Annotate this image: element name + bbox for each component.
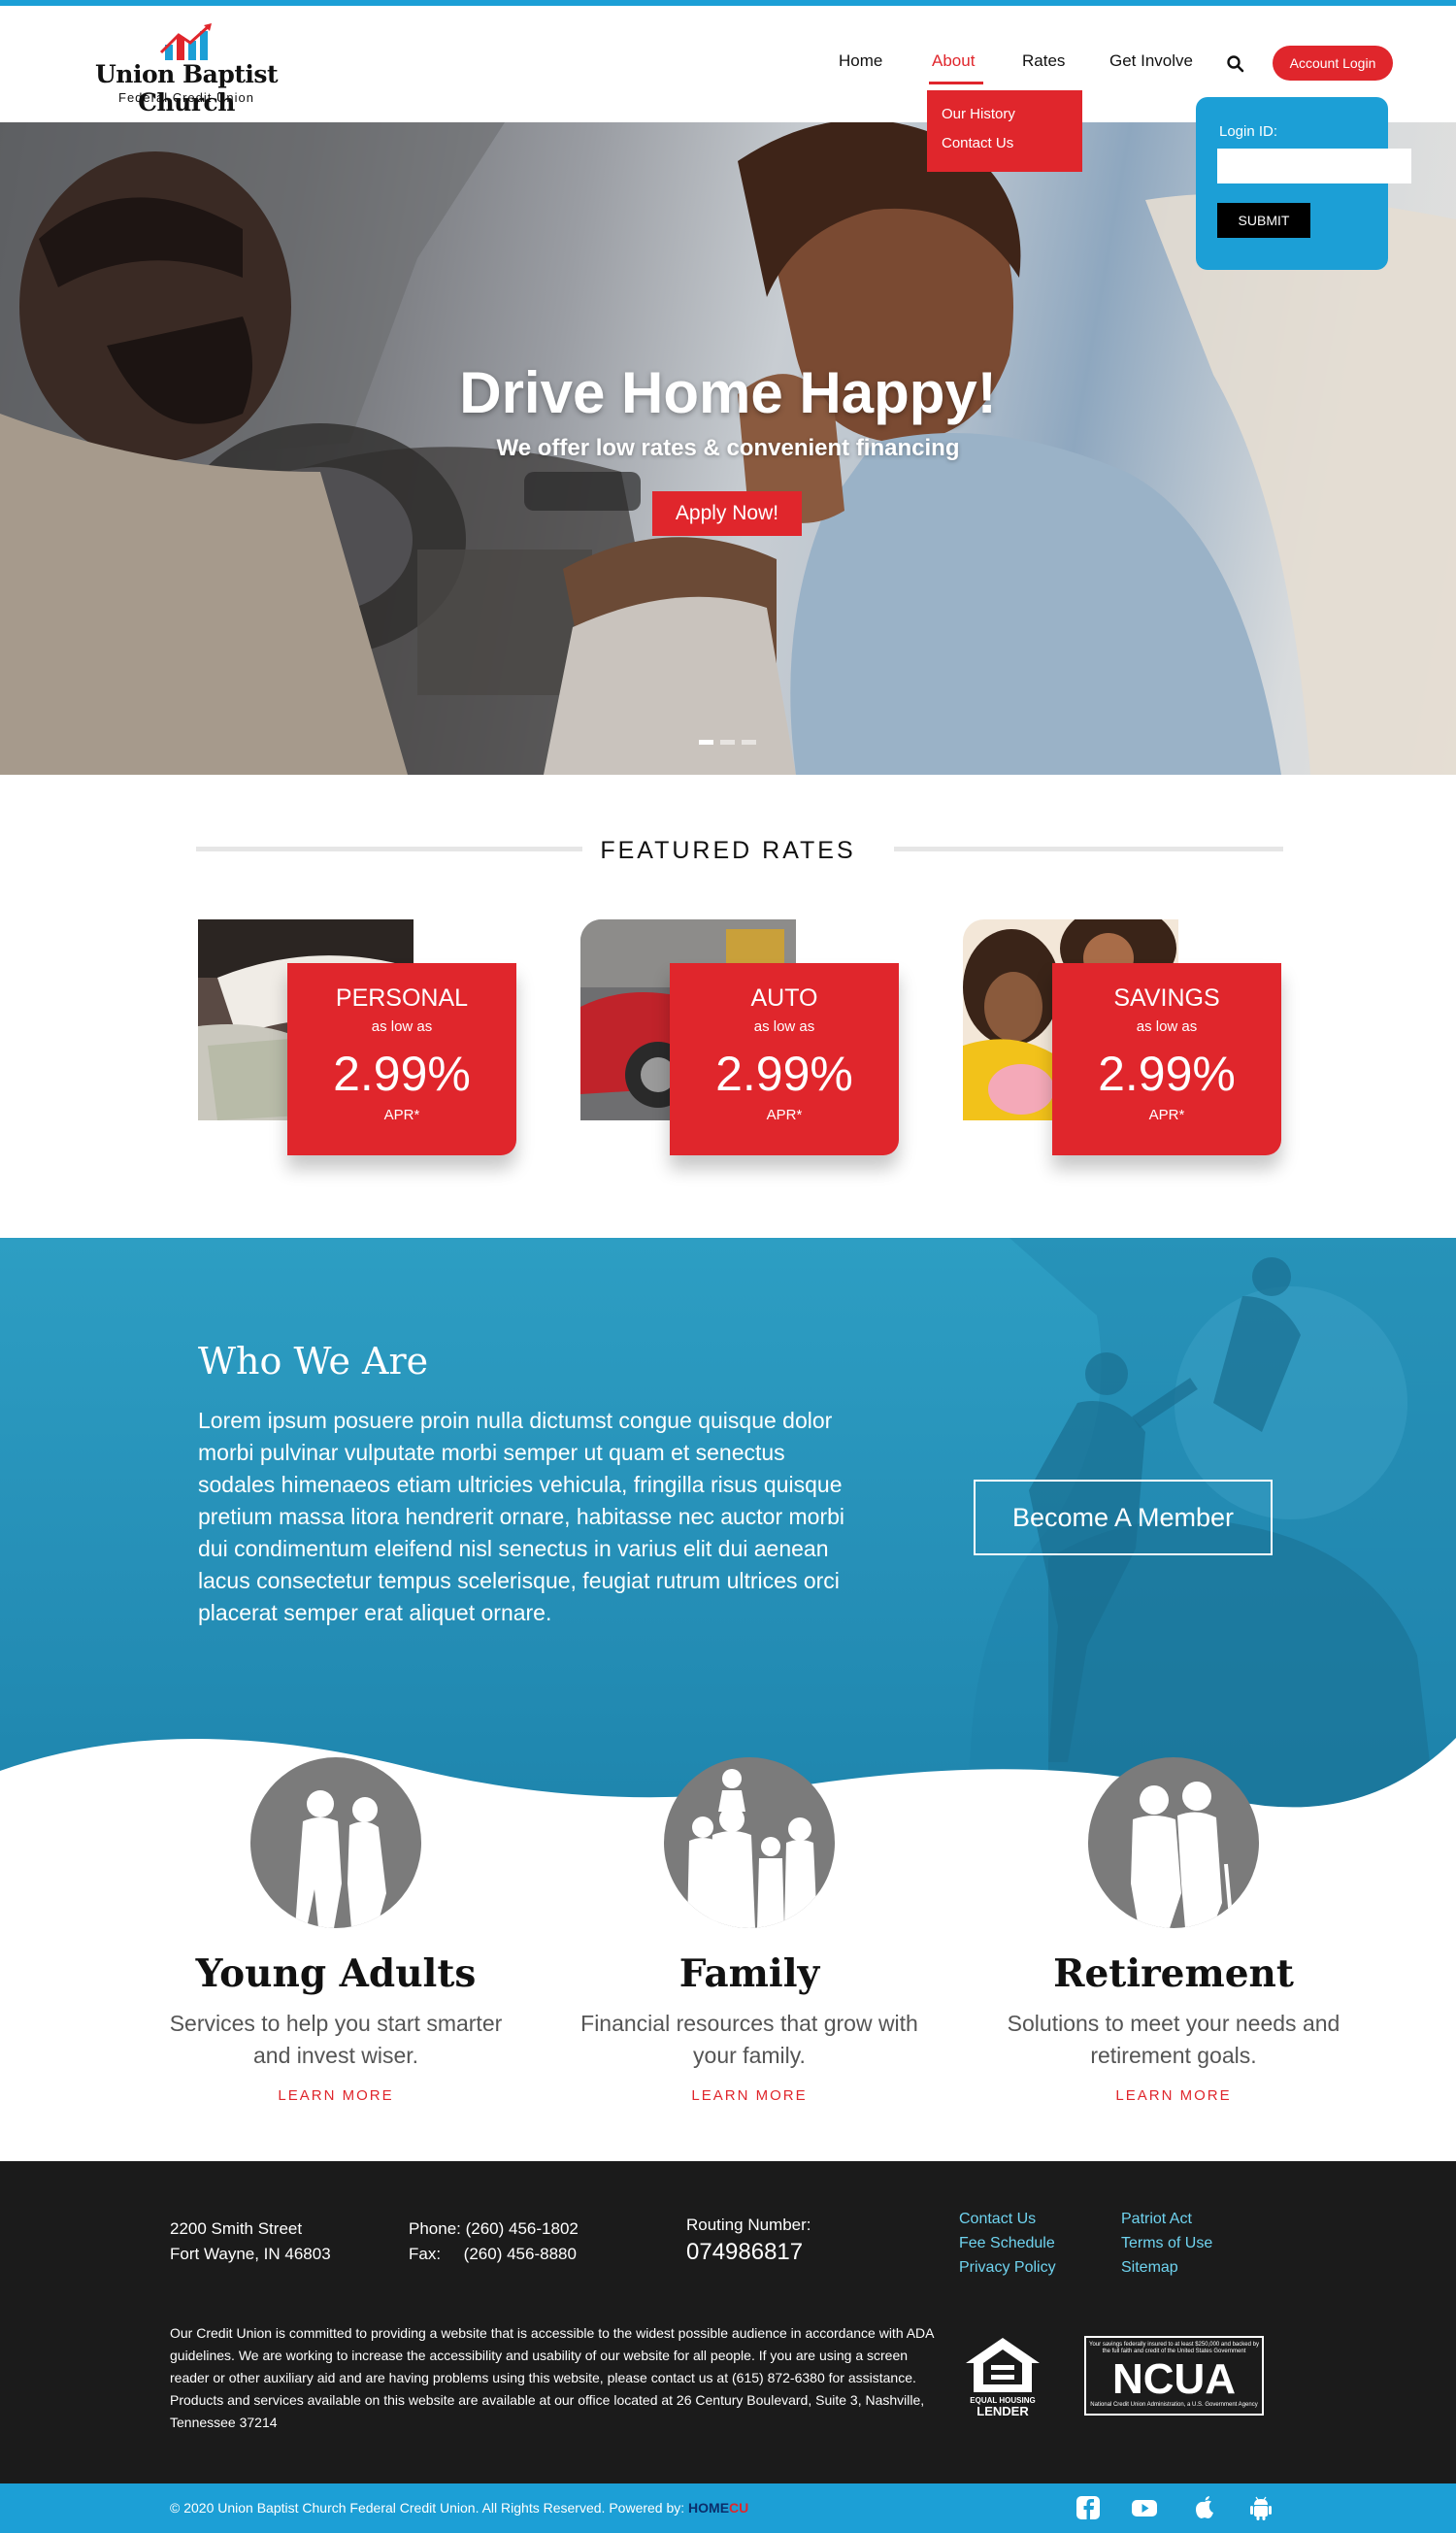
rate-card-savings[interactable]: SAVINGS as low as 2.99% APR* xyxy=(963,919,1283,1162)
nav-home[interactable]: Home xyxy=(839,51,882,71)
family-icon xyxy=(664,1757,835,1928)
who-we-are-text: Lorem ipsum posuere proin nulla dictumst… xyxy=(198,1408,845,1625)
nav-active-underline xyxy=(929,82,983,84)
carousel-dot[interactable] xyxy=(699,740,713,745)
learn-more-link[interactable]: LEARN MORE xyxy=(132,2087,540,2104)
footer-phone: Phone: (260) 456-1802 xyxy=(409,2219,579,2238)
dropdown-item-contact-us[interactable]: Contact Us xyxy=(942,135,1013,151)
service-title: Young Adults xyxy=(195,1951,477,1996)
about-dropdown-menu: Our History Contact Us xyxy=(927,90,1082,172)
footer-link-fee-schedule[interactable]: Fee Schedule xyxy=(959,2235,1055,2252)
rate-card-box: PERSONAL as low as 2.99% APR* xyxy=(287,963,516,1155)
powered-by-brand[interactable]: HOMECU xyxy=(688,2500,748,2516)
footer-link-terms-of-use[interactable]: Terms of Use xyxy=(1121,2235,1212,2252)
footer-link-sitemap[interactable]: Sitemap xyxy=(1121,2259,1178,2277)
account-login-button[interactable]: Account Login xyxy=(1273,46,1393,81)
carousel-dot[interactable] xyxy=(720,740,735,745)
search-icon[interactable] xyxy=(1226,54,1245,74)
rate-name: SAVINGS xyxy=(1113,984,1220,1012)
service-title: Retirement xyxy=(1053,1951,1294,1996)
logo-subtitle: Federal Credit Union xyxy=(118,90,254,105)
logo-bars-icon xyxy=(159,23,212,60)
service-young-adults: Young Adults Services to help you start … xyxy=(132,1757,540,2116)
login-id-label: Login ID: xyxy=(1219,123,1278,140)
login-id-input[interactable] xyxy=(1217,149,1411,183)
hero-subtitle: We offer low rates & convenient financin… xyxy=(496,435,960,461)
rate-value: 2.99% xyxy=(1098,1047,1236,1101)
footer-link-patriot-act[interactable]: Patriot Act xyxy=(1121,2211,1192,2228)
rate-value: 2.99% xyxy=(715,1047,853,1101)
service-description: Financial resources that grow with your … xyxy=(580,2011,918,2068)
rate-value: 2.99% xyxy=(333,1047,471,1101)
ehl-text-line2: LENDER xyxy=(976,2404,1029,2418)
service-description: Services to help you start smarter and i… xyxy=(169,2011,503,2068)
learn-more-link[interactable]: LEARN MORE xyxy=(970,2087,1377,2104)
nav-rates[interactable]: Rates xyxy=(1022,51,1065,71)
powered-by-label: Powered by: xyxy=(609,2500,685,2516)
dropdown-item-our-history[interactable]: Our History xyxy=(942,106,1015,122)
rate-name: PERSONAL xyxy=(335,984,469,1012)
nav-get-involve[interactable]: Get Involve xyxy=(1109,51,1193,71)
learn-more-link[interactable]: LEARN MORE xyxy=(546,2087,953,2104)
footer-link-contact-us[interactable]: Contact Us xyxy=(959,2211,1036,2228)
logo-name: Union Baptist Church xyxy=(94,60,279,117)
rate-card-box: AUTO as low as 2.99% APR* xyxy=(670,963,899,1155)
ncua-agency-text: National Credit Union Administration, a … xyxy=(1090,2402,1258,2408)
rate-card-auto[interactable]: AUTO as low as 2.99% APR* xyxy=(580,919,901,1162)
footer-legal-text: Our Credit Union is committed to providi… xyxy=(170,2325,934,2430)
site-footer: 2200 Smith Street Fort Wayne, IN 46803 P… xyxy=(0,2161,1456,2483)
logo[interactable]: Union Baptist Church Federal Credit Unio… xyxy=(60,23,313,117)
ncua-logo: Your savings federally insured to at lea… xyxy=(1084,2336,1264,2416)
ncua-wordmark: NCUA xyxy=(1111,2355,1237,2403)
retirement-icon xyxy=(1088,1757,1259,1928)
rate-card-box: SAVINGS as low as 2.99% APR* xyxy=(1052,963,1281,1155)
equal-housing-lender-logo: EQUAL HOUSING LENDER xyxy=(964,2336,1042,2419)
nav-about[interactable]: About xyxy=(932,51,975,71)
rate-apr: APR* xyxy=(383,1107,420,1123)
youtube-icon[interactable] xyxy=(1131,2494,1158,2521)
footer-fax: Fax: (260) 456-8880 xyxy=(409,2245,577,2263)
service-family: Family Financial resources that grow wit… xyxy=(546,1757,953,2116)
rate-as-low-as: as low as xyxy=(753,1018,815,1035)
carousel-dot[interactable] xyxy=(742,740,756,745)
rate-name: AUTO xyxy=(750,984,818,1012)
become-member-button[interactable]: Become A Member xyxy=(974,1480,1273,1555)
who-we-are-title: Who We Are xyxy=(198,1340,429,1383)
rate-apr: APR* xyxy=(766,1107,803,1123)
facebook-icon[interactable] xyxy=(1075,2494,1102,2521)
copyright-line: © 2020 Union Baptist Church Federal Cred… xyxy=(170,2500,748,2516)
service-title: Family xyxy=(678,1951,820,1996)
ncua-insured-text: Your savings federally insured to at lea… xyxy=(1089,2342,1259,2354)
service-description: Solutions to meet your needs and retirem… xyxy=(1007,2011,1340,2068)
login-panel: Login ID: SUBMIT xyxy=(1196,97,1411,270)
footer-bottom-bar: © 2020 Union Baptist Church Federal Cred… xyxy=(0,2483,1456,2533)
equal-housing-icon xyxy=(966,2338,1040,2392)
rate-card-personal[interactable]: PERSONAL as low as 2.99% APR* xyxy=(198,919,518,1162)
featured-rates-title: FEATURED RATES xyxy=(600,837,856,864)
young-adults-icon xyxy=(250,1757,421,1928)
footer-link-privacy-policy[interactable]: Privacy Policy xyxy=(959,2259,1056,2277)
rate-as-low-as: as low as xyxy=(1136,1018,1198,1035)
hero-title: Drive Home Happy! xyxy=(459,360,997,425)
footer-routing-number: 074986817 xyxy=(686,2239,804,2265)
login-submit-button[interactable]: SUBMIT xyxy=(1217,203,1310,238)
rate-as-low-as: as low as xyxy=(371,1018,433,1035)
apply-now-button[interactable]: Apply Now! xyxy=(652,491,802,536)
copyright-text: © 2020 Union Baptist Church Federal Cred… xyxy=(170,2500,606,2516)
service-retirement: Retirement Solutions to meet your needs … xyxy=(970,1757,1377,2116)
apple-icon[interactable] xyxy=(1191,2494,1218,2521)
footer-routing-label: Routing Number: xyxy=(686,2216,811,2234)
brand-part-home: HOME xyxy=(688,2500,730,2516)
android-icon[interactable] xyxy=(1247,2494,1274,2521)
rate-apr: APR* xyxy=(1148,1107,1185,1123)
brand-part-cu: CU xyxy=(729,2500,749,2516)
footer-address-line1: 2200 Smith Street xyxy=(170,2219,303,2238)
footer-address-line2: Fort Wayne, IN 46803 xyxy=(170,2245,331,2263)
